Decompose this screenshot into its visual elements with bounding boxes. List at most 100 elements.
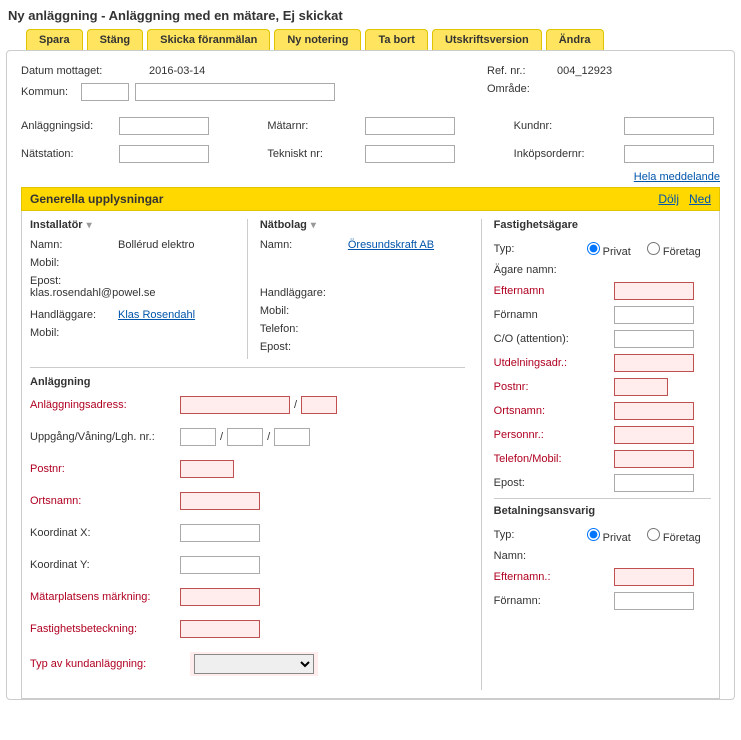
owner-fornamn-input[interactable] bbox=[614, 306, 694, 324]
natbolag-header[interactable]: Nätbolag ▾ bbox=[260, 219, 465, 231]
owner-fornamn-label: Förnamn bbox=[494, 309, 614, 321]
typ-kundanl-select[interactable] bbox=[194, 654, 314, 674]
natbolag-namn-link[interactable]: Öresundskraft AB bbox=[348, 239, 434, 251]
header-block: Datum mottaget: 2016-03-14 Kommun: Ref. … bbox=[21, 65, 720, 107]
owner-utdel-label: Utdelningsadr.: bbox=[494, 357, 614, 369]
owner-header: Fastighetsägare bbox=[494, 219, 711, 231]
installer-namn-label: Namn: bbox=[30, 239, 118, 251]
tekniskt-nr-label: Tekniskt nr: bbox=[267, 148, 355, 160]
hide-link[interactable]: Dölj bbox=[658, 192, 679, 206]
owner-privat-radio[interactable] bbox=[587, 242, 600, 255]
installer-mobil-label: Mobil: bbox=[30, 257, 118, 269]
id-row: Anläggningsid: Nätstation: Mätarnr: Tekn… bbox=[21, 117, 720, 163]
new-note-button[interactable]: Ny notering bbox=[274, 29, 361, 50]
installer-header[interactable]: Installatör ▾ bbox=[30, 219, 235, 231]
anlaggning-header: Anläggning bbox=[30, 376, 465, 388]
send-preorder-button[interactable]: Skicka föranmälan bbox=[147, 29, 270, 50]
payer-namn-label: Namn: bbox=[494, 550, 614, 562]
refnr-label: Ref. nr.: bbox=[487, 65, 557, 77]
installer-namn-value: Bollérud elektro bbox=[118, 239, 194, 251]
natbolag-mobil-label: Mobil: bbox=[260, 305, 348, 317]
owner-telefon-label: Telefon/Mobil: bbox=[494, 453, 614, 465]
matarnr-label: Mätarnr: bbox=[267, 120, 355, 132]
general-content: Installatör ▾ Namn:Bollérud elektro Mobi… bbox=[21, 211, 720, 699]
fastighet-label: Fastighetsbeteckning: bbox=[30, 623, 180, 635]
owner-foretag-radio[interactable] bbox=[647, 242, 660, 255]
anl-ortsnamn-input[interactable] bbox=[180, 492, 260, 510]
owner-co-input[interactable] bbox=[614, 330, 694, 348]
owner-ortsnamn-label: Ortsnamn: bbox=[494, 405, 614, 417]
page-title: Ny anläggning - Anläggning med en mätare… bbox=[8, 8, 735, 23]
save-button[interactable]: Spara bbox=[26, 29, 83, 50]
natbolag-namn-label: Namn: bbox=[260, 239, 348, 251]
delete-button[interactable]: Ta bort bbox=[365, 29, 427, 50]
close-button[interactable]: Stäng bbox=[87, 29, 144, 50]
owner-postnr-input[interactable] bbox=[614, 378, 668, 396]
payer-foretag-radio[interactable] bbox=[647, 528, 660, 541]
natstation-label: Nätstation: bbox=[21, 148, 109, 160]
payer-fornamn-input[interactable] bbox=[614, 592, 694, 610]
inkopsordernr-label: Inköpsordernr: bbox=[514, 148, 614, 160]
anlaggningsadress-num-input[interactable] bbox=[301, 396, 337, 414]
anl-postnr-input[interactable] bbox=[180, 460, 234, 478]
koordx-input[interactable] bbox=[180, 524, 260, 542]
koordy-input[interactable] bbox=[180, 556, 260, 574]
owner-efternamn-input[interactable] bbox=[614, 282, 694, 300]
fastighet-input[interactable] bbox=[180, 620, 260, 638]
owner-telefon-input[interactable] bbox=[614, 450, 694, 468]
tekniskt-nr-input[interactable] bbox=[365, 145, 455, 163]
kundnr-input[interactable] bbox=[624, 117, 714, 135]
owner-efternamn-label: Efternamn bbox=[494, 285, 614, 297]
date-received-label: Datum mottaget: bbox=[21, 65, 141, 77]
owner-postnr-label: Postnr: bbox=[494, 381, 614, 393]
anlaggningsid-input[interactable] bbox=[119, 117, 209, 135]
installer-mobil2-label: Mobil: bbox=[30, 327, 118, 339]
lghnr-input[interactable] bbox=[274, 428, 310, 446]
payer-privat-radio[interactable] bbox=[587, 528, 600, 541]
anl-postnr-label: Postnr: bbox=[30, 463, 180, 475]
owner-epost-label: Epost: bbox=[494, 477, 614, 489]
refnr-value: 004_12923 bbox=[557, 65, 612, 77]
owner-personnr-input[interactable] bbox=[614, 426, 694, 444]
vaning-input[interactable] bbox=[227, 428, 263, 446]
kommun-label: Kommun: bbox=[21, 86, 81, 98]
owner-agare-label: Ägare namn: bbox=[494, 264, 614, 276]
koordy-label: Koordinat Y: bbox=[30, 559, 180, 571]
koordx-label: Koordinat X: bbox=[30, 527, 180, 539]
owner-utdel-input[interactable] bbox=[614, 354, 694, 372]
anl-ortsnamn-label: Ortsnamn: bbox=[30, 495, 180, 507]
inkopsordernr-input[interactable] bbox=[624, 145, 714, 163]
date-received-value: 2016-03-14 bbox=[149, 65, 205, 77]
kommun-code-input[interactable] bbox=[81, 83, 129, 101]
anlaggningsadress-input[interactable] bbox=[180, 396, 290, 414]
natbolag-epost-label: Epost: bbox=[260, 341, 348, 353]
owner-personnr-label: Personnr.: bbox=[494, 429, 614, 441]
section-title: Generella upplysningar bbox=[30, 192, 163, 206]
kundnr-label: Kundnr: bbox=[514, 120, 614, 132]
installer-epost-value: klas.rosendahl@powel.se bbox=[30, 287, 156, 299]
edit-button[interactable]: Ändra bbox=[546, 29, 604, 50]
payer-header: Betalningsansvarig bbox=[494, 498, 711, 517]
natbolag-telefon-label: Telefon: bbox=[260, 323, 348, 335]
anlaggningsid-label: Anläggningsid: bbox=[21, 120, 109, 132]
installer-handlaggare-link[interactable]: Klas Rosendahl bbox=[118, 309, 195, 321]
print-button[interactable]: Utskriftsversion bbox=[432, 29, 542, 50]
owner-epost-input[interactable] bbox=[614, 474, 694, 492]
section-bar-general: Generella upplysningar Dölj Ned bbox=[21, 187, 720, 211]
full-message-link[interactable]: Hela meddelande bbox=[634, 171, 720, 183]
owner-ortsnamn-input[interactable] bbox=[614, 402, 694, 420]
natstation-input[interactable] bbox=[119, 145, 209, 163]
chevron-down-icon: ▾ bbox=[311, 220, 316, 231]
matarplats-label: Mätarplatsens märkning: bbox=[30, 591, 190, 603]
payer-fornamn-label: Förnamn: bbox=[494, 595, 614, 607]
matarplats-input[interactable] bbox=[180, 588, 260, 606]
uppgang-input[interactable] bbox=[180, 428, 216, 446]
anlaggningsadress-label: Anläggningsadress: bbox=[30, 399, 180, 411]
typ-kundanl-label: Typ av kundanläggning: bbox=[30, 658, 190, 670]
owner-typ-label: Typ: bbox=[494, 243, 582, 255]
payer-efternamn-label: Efternamn.: bbox=[494, 571, 614, 583]
payer-efternamn-input[interactable] bbox=[614, 568, 694, 586]
down-link[interactable]: Ned bbox=[689, 192, 711, 206]
kommun-name-input[interactable] bbox=[135, 83, 335, 101]
matarnr-input[interactable] bbox=[365, 117, 455, 135]
